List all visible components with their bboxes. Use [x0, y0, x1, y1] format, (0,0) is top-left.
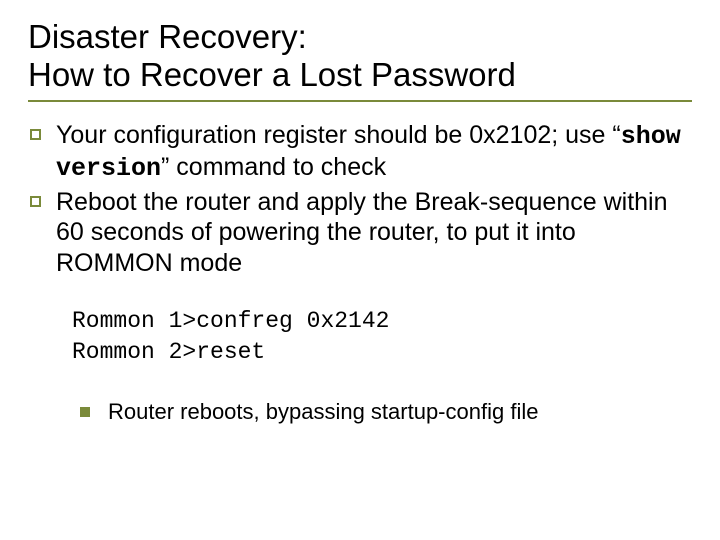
- code-block: Rommon 1>confreg 0x2142 Rommon 2>reset: [72, 306, 692, 368]
- bullet-list-level2: Router reboots, bypassing startup-config…: [80, 398, 692, 427]
- bullet-item: Reboot the router and apply the Break-se…: [28, 187, 692, 279]
- bullet-text-post: ” command to check: [161, 153, 386, 181]
- title-line-1: Disaster Recovery:: [28, 18, 692, 56]
- title-divider: [28, 100, 692, 102]
- bullet-text-pre: Your configuration register should be 0x…: [56, 121, 621, 149]
- code-line: Rommon 1>confreg 0x2142: [72, 308, 389, 334]
- sub-bullet-item: Router reboots, bypassing startup-config…: [80, 398, 692, 427]
- sub-bullet-text: Router reboots, bypassing startup-config…: [108, 399, 538, 424]
- bullet-list-level1: Your configuration register should be 0x…: [28, 120, 692, 279]
- bullet-item: Your configuration register should be 0x…: [28, 120, 692, 185]
- code-line: Rommon 2>reset: [72, 339, 265, 365]
- slide: Disaster Recovery: How to Recover a Lost…: [0, 0, 720, 540]
- slide-title: Disaster Recovery: How to Recover a Lost…: [28, 18, 692, 94]
- title-line-2: How to Recover a Lost Password: [28, 56, 692, 94]
- bullet-text: Reboot the router and apply the Break-se…: [56, 188, 668, 277]
